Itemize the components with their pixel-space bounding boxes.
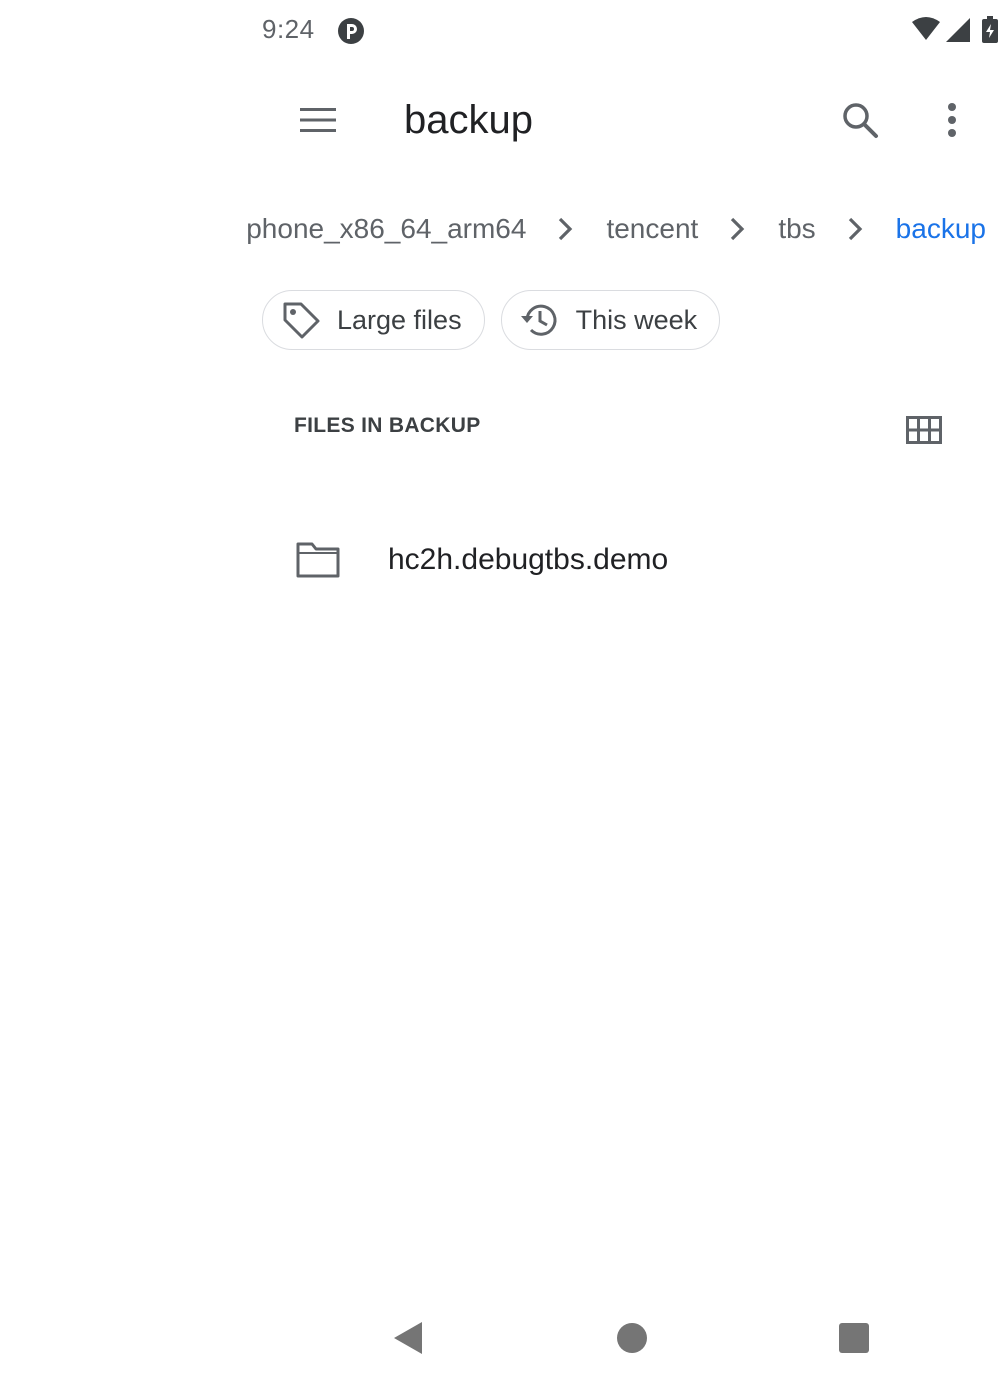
tag-icon [283,302,320,339]
more-vert-icon [948,103,956,137]
grid-view-toggle-button[interactable] [900,406,948,454]
chevron-right-icon [848,217,862,241]
status-time: 9:24 [262,14,315,44]
search-icon [843,103,878,138]
more-options-button[interactable] [926,94,978,146]
file-list: hc2h.debugtbs.demo [262,510,1004,610]
back-icon[interactable] [388,1318,428,1358]
chevron-right-icon [559,217,573,241]
file-name: hc2h.debugtbs.demo [388,543,669,576]
grid-view-icon [906,416,942,444]
page-title: backup [404,98,533,142]
cellular-signal-icon [946,18,970,42]
breadcrumb-item-iphone[interactable]: iphone_x86_64_arm64 [246,213,530,245]
section-header: FILES IN BACKUP [294,414,481,437]
wifi-icon [912,17,940,40]
breadcrumb-item-tencent[interactable]: tencent [602,213,702,245]
breadcrumb-item-tbs[interactable]: tbs [774,213,819,245]
folder-icon [296,542,340,578]
battery-icon [982,16,998,43]
files-app-screen: 9:24 backup iphone_x86_64_arm64 tencent … [0,0,1004,1374]
home-icon[interactable] [612,1318,652,1358]
list-item[interactable]: hc2h.debugtbs.demo [262,510,1004,610]
menu-button[interactable] [292,94,344,146]
breadcrumb: iphone_x86_64_arm64 tencent tbs backup [246,198,1004,260]
navigation-bar [0,1296,1004,1374]
large-files-chip[interactable]: Large files [262,290,485,350]
this-week-chip[interactable]: This week [500,290,721,350]
status-icons [912,16,998,43]
hamburger-menu-icon [300,108,336,132]
chevron-right-icon [731,217,745,241]
breadcrumb-item-backup[interactable]: backup [892,213,990,245]
recents-icon[interactable] [834,1318,874,1358]
status-bar: 9:24 [0,0,1004,64]
history-icon [520,304,557,336]
chip-label: Large files [337,304,462,335]
app-notification-icon [338,18,364,44]
filter-chips: Large files This week [262,290,721,354]
search-button[interactable] [834,94,886,146]
app-bar: backup [0,64,1004,174]
chip-label: This week [575,304,698,335]
